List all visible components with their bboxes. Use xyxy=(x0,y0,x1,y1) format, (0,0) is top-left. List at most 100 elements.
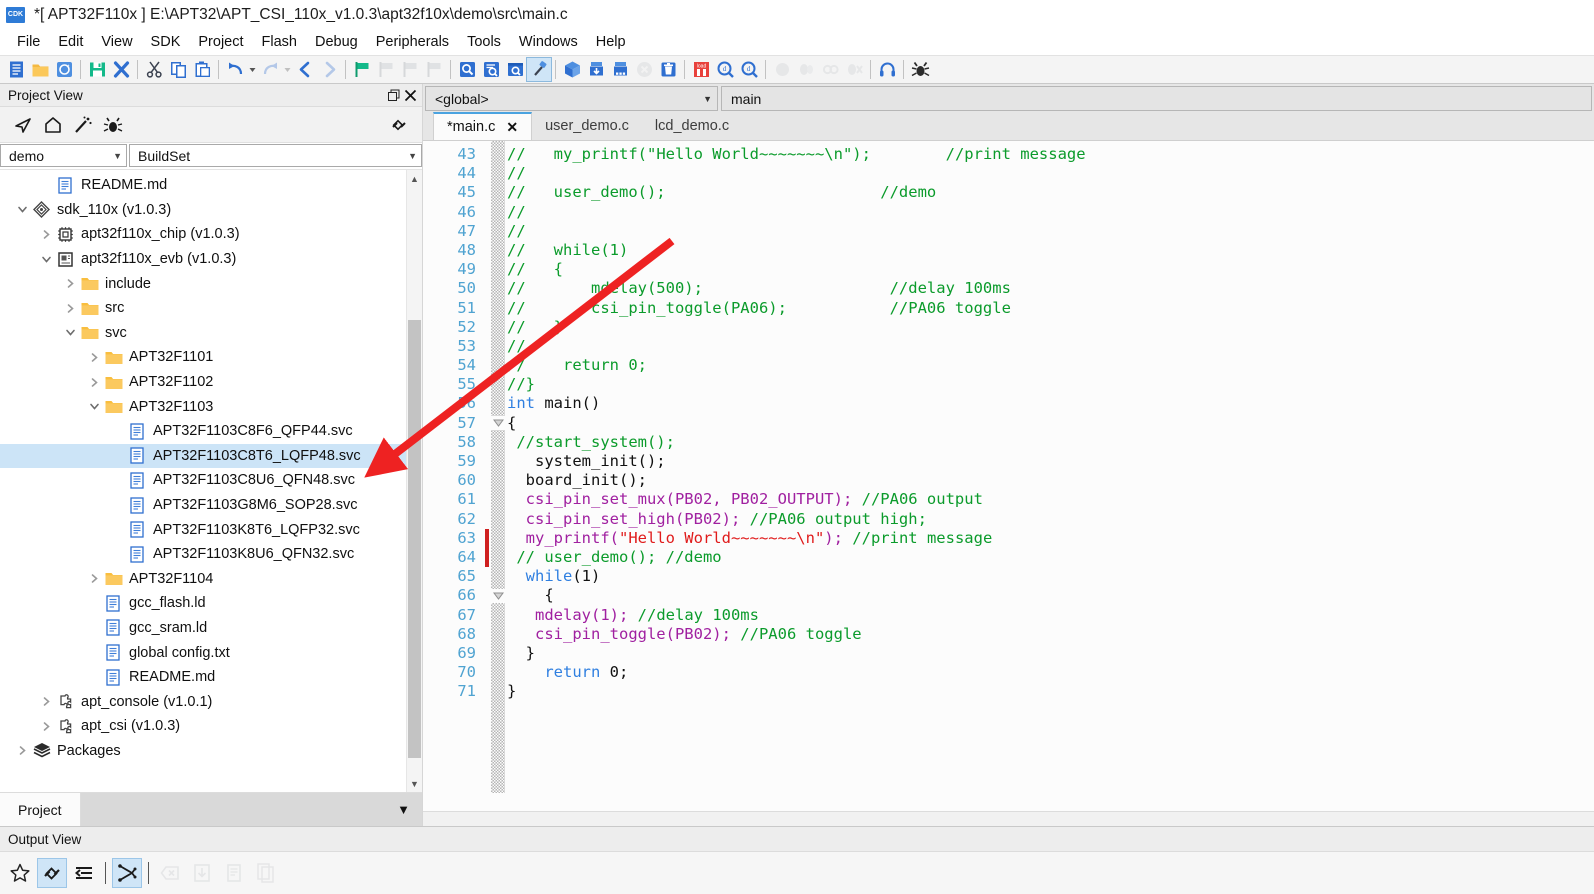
menu-help[interactable]: Help xyxy=(587,32,635,52)
undo-icon[interactable] xyxy=(223,58,247,81)
magic-icon[interactable] xyxy=(68,112,98,138)
tree-row[interactable]: include xyxy=(0,271,406,296)
twisty-icon[interactable] xyxy=(14,204,31,215)
twisty-icon[interactable] xyxy=(86,401,103,412)
restore-icon[interactable] xyxy=(386,87,402,103)
menu-flash[interactable]: Flash xyxy=(253,32,306,52)
code-line[interactable]: // while(1) xyxy=(507,241,1594,260)
code-line[interactable]: // return 0; xyxy=(507,356,1594,375)
tree-row[interactable]: APT32F1103G8M6_SOP28.svc xyxy=(0,493,406,518)
tree-row[interactable]: README.md xyxy=(0,665,406,690)
menu-peripherals[interactable]: Peripherals xyxy=(367,32,458,52)
cut-icon[interactable] xyxy=(142,58,166,81)
close-icon[interactable] xyxy=(402,87,418,103)
twisty-icon[interactable] xyxy=(38,254,55,265)
twisty-icon[interactable] xyxy=(62,327,79,338)
tree-row[interactable]: APT32F1101 xyxy=(0,345,406,370)
code-line[interactable]: // mdelay(500); //delay 100ms xyxy=(507,279,1594,298)
code-text[interactable]: // my_printf("Hello World~~~~~~~\n"); //… xyxy=(507,141,1594,811)
twisty-icon[interactable] xyxy=(62,278,79,289)
twisty-icon[interactable] xyxy=(14,745,31,756)
paste-icon[interactable] xyxy=(190,58,214,81)
bookmark-toggle-icon[interactable] xyxy=(350,58,374,81)
code-line[interactable]: } xyxy=(507,682,1594,701)
code-line[interactable]: //} xyxy=(507,375,1594,394)
code-line[interactable]: while(1) xyxy=(507,567,1594,586)
twisty-icon[interactable] xyxy=(38,721,55,732)
editor-tab-user_democ[interactable]: user_demo.c xyxy=(532,112,642,140)
menu-edit[interactable]: Edit xyxy=(49,32,92,52)
code-line[interactable]: my_printf("Hello World~~~~~~~\n"); //pri… xyxy=(507,529,1594,548)
code-line[interactable]: mdelay(1); //delay 100ms xyxy=(507,606,1594,625)
build-project-icon[interactable] xyxy=(560,58,584,81)
save-icon[interactable] xyxy=(85,58,109,81)
code-line[interactable]: // xyxy=(507,337,1594,356)
code-line[interactable]: return 0; xyxy=(507,663,1594,682)
bug-icon[interactable] xyxy=(98,112,128,138)
back-icon[interactable] xyxy=(293,58,317,81)
menu-file[interactable]: File xyxy=(8,32,49,52)
refresh-icon[interactable] xyxy=(52,58,76,81)
tree-row[interactable]: APT32F1103C8T6_LQFP48.svc xyxy=(0,443,406,469)
code-line[interactable]: // xyxy=(507,203,1594,222)
code-line[interactable]: { xyxy=(507,586,1594,605)
fold-margin[interactable] xyxy=(485,141,507,811)
copy-icon[interactable] xyxy=(166,58,190,81)
tree-row[interactable]: svc xyxy=(0,321,406,346)
twisty-icon[interactable] xyxy=(86,573,103,584)
link-icon[interactable] xyxy=(37,858,67,888)
new-file-icon[interactable] xyxy=(4,58,28,81)
tree-row[interactable]: APT32F1103 xyxy=(0,394,406,419)
fold-toggle-icon[interactable] xyxy=(491,415,505,430)
code-line[interactable]: // { xyxy=(507,260,1594,279)
menu-tools[interactable]: Tools xyxy=(458,32,510,52)
home-icon[interactable] xyxy=(38,112,68,138)
console-icon[interactable] xyxy=(875,58,899,81)
tab-project[interactable]: Project xyxy=(0,793,81,826)
project-combo[interactable]: demo ▼ xyxy=(0,144,127,167)
find-in-files-icon[interactable] xyxy=(503,58,527,81)
editor-tab-lcd_democ[interactable]: lcd_demo.c xyxy=(641,112,743,140)
link-packages-icon[interactable] xyxy=(384,112,414,138)
debug-start-icon[interactable]: d xyxy=(713,58,737,81)
undo-dropdown-icon[interactable] xyxy=(247,58,258,81)
tree-row[interactable]: APT32F1102 xyxy=(0,370,406,395)
twisty-icon[interactable] xyxy=(62,303,79,314)
debug-attach-icon[interactable]: d xyxy=(737,58,761,81)
tree-row[interactable]: apt_csi (v1.0.3) xyxy=(0,714,406,739)
twisty-icon[interactable] xyxy=(38,696,55,707)
tools-icon[interactable] xyxy=(908,58,932,81)
menu-debug[interactable]: Debug xyxy=(306,32,367,52)
project-tabs-overflow[interactable]: ▼ xyxy=(80,793,422,826)
tree-row[interactable]: apt_console (v1.0.1) xyxy=(0,689,406,714)
rebuild-icon[interactable] xyxy=(584,58,608,81)
scope-combo[interactable]: <global> ▼ xyxy=(425,86,718,111)
function-field[interactable]: main xyxy=(721,86,1592,111)
tree-row[interactable]: apt32f110x_chip (v1.0.3) xyxy=(0,222,406,247)
scroll-up-icon[interactable]: ▲ xyxy=(407,170,422,187)
navigate-icon[interactable] xyxy=(8,112,38,138)
code-line[interactable]: system_init(); xyxy=(507,452,1594,471)
twisty-icon[interactable] xyxy=(86,352,103,363)
project-tree[interactable]: README.md sdk_110x (v1.0.3) apt32f110x_chi… xyxy=(0,170,406,792)
code-line[interactable]: csi_pin_toggle(PB02); //PA06 toggle xyxy=(507,625,1594,644)
tree-row[interactable]: src xyxy=(0,296,406,321)
menu-project[interactable]: Project xyxy=(189,32,252,52)
favorite-icon[interactable] xyxy=(6,859,34,887)
breakpoint-marker[interactable] xyxy=(485,548,489,568)
fold-toggle-icon[interactable] xyxy=(491,588,505,603)
editor-tab-mainc[interactable]: *main.c ✕ xyxy=(433,112,533,140)
editor-horizontal-scrollbar[interactable] xyxy=(423,811,1594,826)
download-icon[interactable]: load xyxy=(689,58,713,81)
tab-close-icon[interactable]: ✕ xyxy=(506,119,518,136)
code-line[interactable]: // } xyxy=(507,318,1594,337)
menu-view[interactable]: View xyxy=(92,32,141,52)
code-line[interactable]: // user_demo(); //demo xyxy=(507,548,1594,567)
tree-row[interactable]: APT32F1103K8T6_LQFP32.svc xyxy=(0,517,406,542)
code-line[interactable]: int main() xyxy=(507,394,1594,413)
tree-row[interactable]: Packages xyxy=(0,739,406,764)
code-line[interactable]: // my_printf("Hello World~~~~~~~\n"); //… xyxy=(507,145,1594,164)
tree-row[interactable]: APT32F1104 xyxy=(0,567,406,592)
tree-row[interactable]: global config.txt xyxy=(0,640,406,665)
code-line[interactable]: // user_demo(); //demo xyxy=(507,183,1594,202)
